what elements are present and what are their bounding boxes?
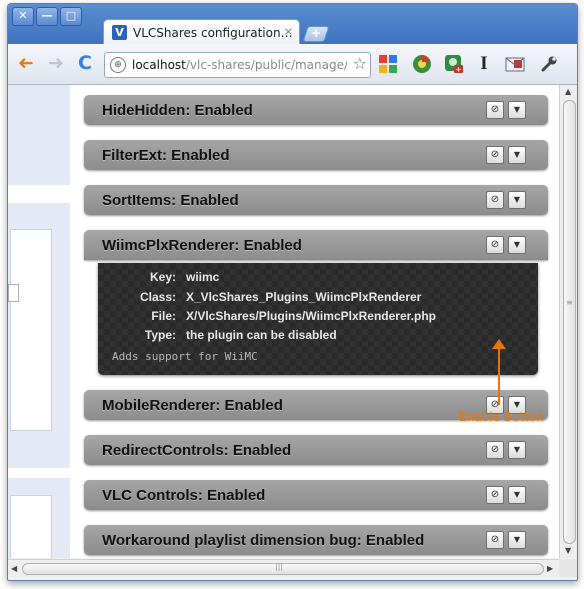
plugin-title: HideHidden: Enabled	[102, 102, 253, 119]
address-bar[interactable]: ⊕ localhost/vlc-shares/public/manage/con…	[104, 52, 371, 78]
svg-text:+: +	[455, 65, 462, 74]
plugin-menu-button[interactable]: ▼	[508, 191, 526, 209]
annotation-label: Enable Button	[459, 410, 544, 424]
detail-value: the plugin can be disabled	[186, 328, 337, 342]
detail-row-file: File: X/VlcShares/Plugins/WiimcPlxRendere…	[98, 309, 436, 323]
plugin-header-sortitems[interactable]: SortItems: Enabled ⊘ ▼	[84, 185, 548, 215]
plugin-menu-button[interactable]: ▼	[508, 441, 526, 459]
plugin-title: MobileRenderer: Enabled	[102, 397, 283, 414]
annotation-arrow	[498, 347, 500, 405]
browser-tab[interactable]: V VLCShares configuration… ×	[103, 19, 300, 45]
enable-toggle-button[interactable]: ⊘	[486, 101, 504, 119]
title-bar: ✕ — □ V VLCShares configuration… × +	[8, 4, 577, 45]
url-path: /vlc-shares/public/manage/conf	[185, 58, 347, 72]
sidebar-form-box	[10, 229, 52, 431]
wrench-icon[interactable]	[539, 54, 559, 74]
back-arrow-icon[interactable]: ➜	[18, 52, 34, 74]
sidebar-form-box-2	[10, 495, 52, 558]
tab-close-icon[interactable]: ×	[284, 25, 293, 38]
url-host: localhost	[132, 58, 186, 72]
enable-toggle-button[interactable]: ⊘	[486, 146, 504, 164]
plugin-title: RedirectControls: Enabled	[102, 442, 292, 459]
plugin-title: VLC Controls: Enabled	[102, 487, 266, 504]
plugin-details-panel: Key: wiimc Class: X_VlcShares_Plugins_Wiim…	[98, 263, 538, 375]
plugin-header-vlc-controls[interactable]: VLC Controls: Enabled ⊘ ▼	[84, 480, 548, 510]
vlcshares-favicon-icon: V	[112, 25, 127, 40]
browser-toolbar: ➜ ➜ C ⊕ localhost/vlc-shares/public/mana…	[8, 44, 577, 85]
vertical-scrollbar[interactable]: ▲ ≡ ▼	[559, 85, 577, 558]
scroll-down-icon[interactable]: ▼	[565, 546, 571, 555]
scroll-right-icon[interactable]: ▶	[547, 564, 553, 573]
forward-arrow-icon[interactable]: ➜	[48, 53, 64, 73]
plugin-header-redirectcontrols[interactable]: RedirectControls: Enabled ⊘ ▼	[84, 435, 548, 465]
badge-extension-icon[interactable]: +	[444, 54, 464, 74]
detail-value: wiimc	[186, 270, 220, 284]
chrome-web-extension-icon[interactable]	[412, 54, 432, 74]
window-controls: ✕ — □	[12, 7, 82, 26]
enable-toggle-button[interactable]: ⊘	[486, 236, 504, 254]
detail-label: Key:	[149, 270, 176, 284]
scroll-up-icon[interactable]: ▲	[565, 87, 571, 96]
plugin-header-wiimcplxrenderer[interactable]: WiimcPlxRenderer: Enabled ⊘ ▼	[84, 230, 548, 260]
browser-window: ✕ — □ V VLCShares configuration… × + ➜ ➜…	[7, 3, 578, 581]
tiles-extension-icon[interactable]	[378, 54, 398, 74]
plugin-header-filterext[interactable]: FilterExt: Enabled ⊘ ▼	[84, 140, 548, 170]
detail-row-key: Key: wiimc	[98, 270, 219, 284]
detail-value: X/VlcShares/Plugins/WiimcPlxRenderer.php	[186, 309, 436, 323]
plugin-description: Adds support for WiiMC	[112, 350, 258, 363]
bookmark-star-icon[interactable]: ☆	[353, 54, 367, 73]
horizontal-scrollbar[interactable]: ◀ ||| ▶	[8, 559, 559, 578]
plugin-menu-button[interactable]: ▼	[508, 236, 526, 254]
plugin-title: Workaround playlist dimension bug: Enabl…	[102, 532, 425, 549]
reload-icon[interactable]: C	[78, 53, 92, 73]
plugin-menu-button[interactable]: ▼	[508, 486, 526, 504]
plugin-title: WiimcPlxRenderer: Enabled	[102, 237, 302, 254]
globe-icon: ⊕	[110, 57, 126, 73]
plus-icon: +	[311, 26, 322, 40]
plugin-header-hidehidden[interactable]: HideHidden: Enabled ⊘ ▼	[84, 95, 548, 125]
sidebar-panel-top	[8, 85, 70, 185]
detail-row-type: Type: the plugin can be disabled	[98, 328, 337, 342]
detail-label: Class:	[139, 290, 176, 304]
scrollbar-corner	[559, 559, 577, 577]
vertical-scroll-thumb[interactable]: ≡	[563, 100, 576, 544]
plugin-header-workaround-playlist[interactable]: Workaround playlist dimension bug: Enabl…	[84, 525, 548, 555]
minimize-window-button[interactable]: —	[36, 7, 58, 26]
horizontal-scroll-thumb[interactable]: |||	[22, 562, 544, 575]
sidebar-input-edge[interactable]	[8, 284, 19, 302]
new-tab-button[interactable]: +	[302, 26, 330, 42]
detail-label: Type:	[144, 328, 176, 342]
detail-value: X_VlcShares_Plugins_WiimcPlxRenderer	[186, 290, 422, 304]
tab-title: VLCShares configuration…	[133, 25, 293, 40]
enable-toggle-button[interactable]: ⊘	[486, 486, 504, 504]
maximize-window-button[interactable]: □	[60, 7, 82, 26]
page-content: HideHidden: Enabled ⊘ ▼ FilterExt: Enabl…	[8, 85, 559, 558]
text-extension-icon[interactable]: I	[474, 54, 494, 74]
grip-icon: ≡	[566, 298, 573, 307]
close-window-button[interactable]: ✕	[12, 7, 34, 26]
detail-row-class: Class: X_VlcShares_Plugins_WiimcPlxRender…	[98, 290, 421, 304]
plugin-menu-button[interactable]: ▼	[508, 146, 526, 164]
enable-toggle-button[interactable]: ⊘	[486, 191, 504, 209]
scroll-left-icon[interactable]: ◀	[11, 564, 17, 573]
plugin-menu-button[interactable]: ▼	[508, 101, 526, 119]
enable-toggle-button[interactable]: ⊘	[486, 531, 504, 549]
enable-toggle-button[interactable]: ⊘	[486, 441, 504, 459]
url-text[interactable]: localhost/vlc-shares/public/manage/conf	[132, 58, 347, 72]
hgrip-icon: |||	[275, 562, 284, 571]
plugin-title: SortItems: Enabled	[102, 192, 239, 209]
mail-extension-icon[interactable]	[505, 54, 525, 74]
plugin-menu-button[interactable]: ▼	[508, 531, 526, 549]
plugin-title: FilterExt: Enabled	[102, 147, 230, 164]
detail-label: File:	[151, 309, 176, 323]
